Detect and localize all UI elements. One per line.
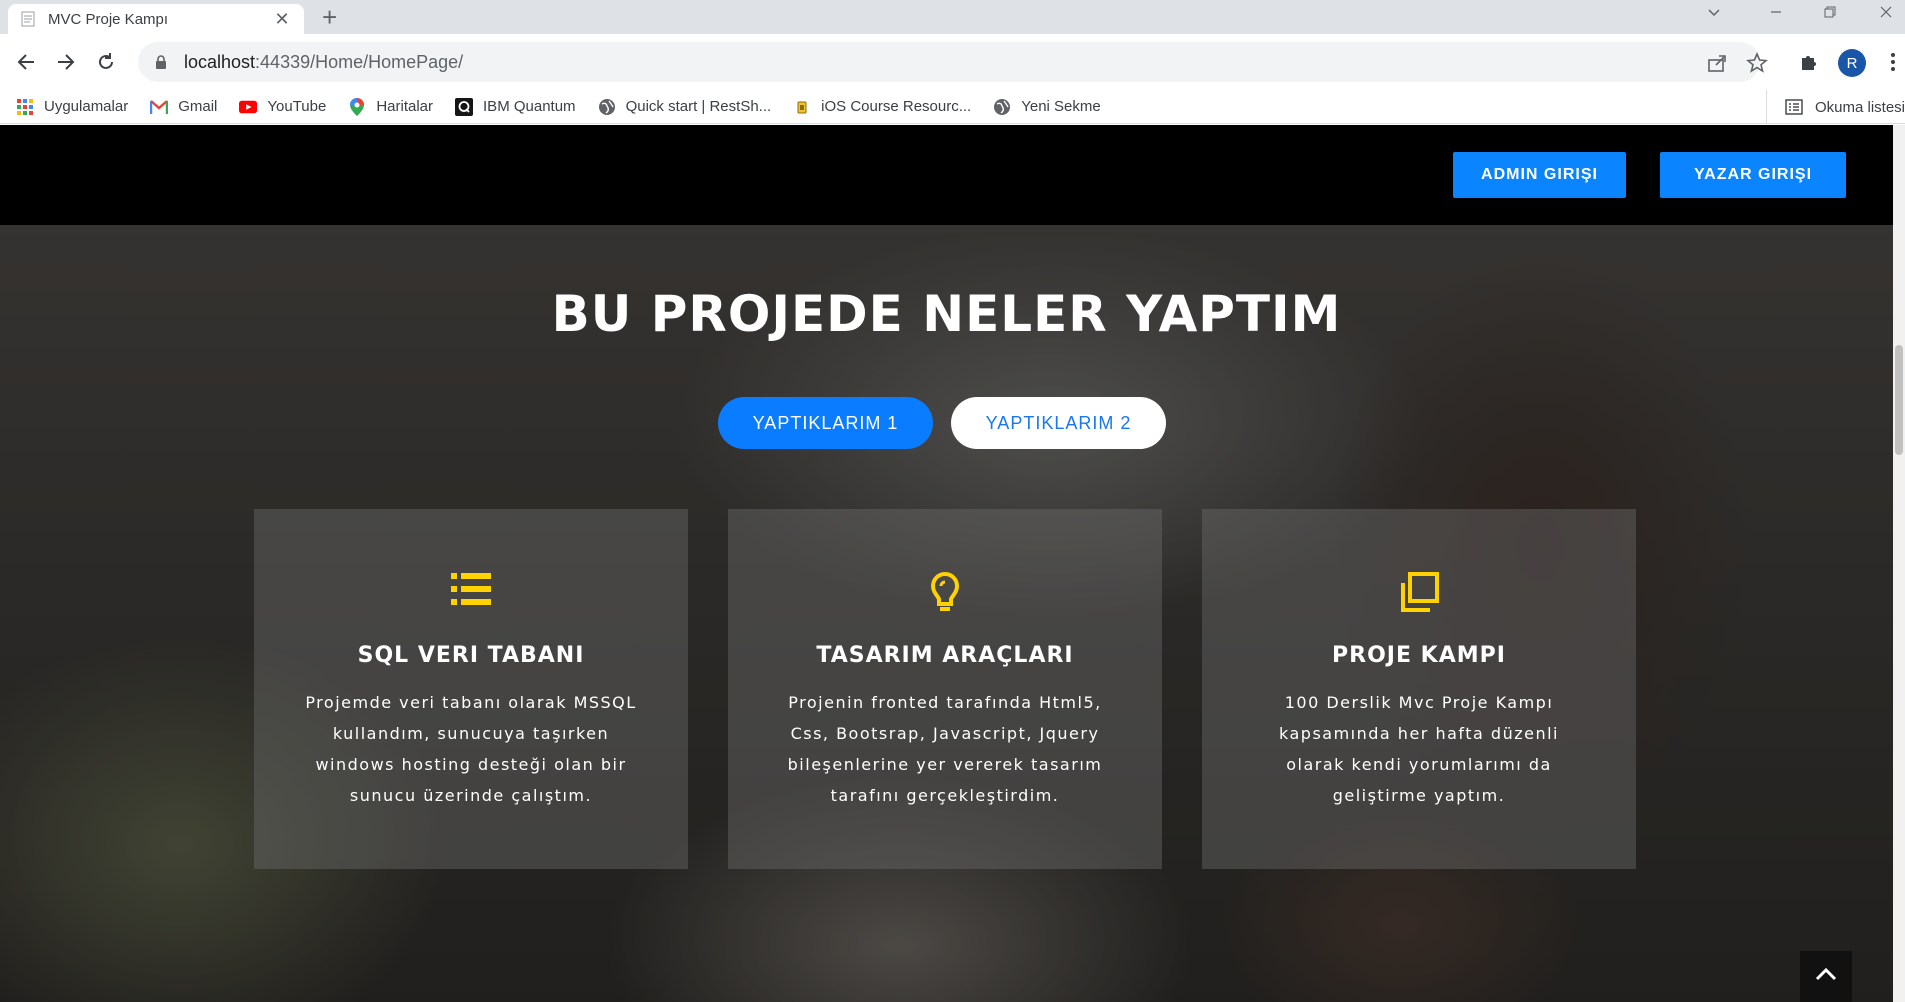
feature-card: SQL VERI TABANI Projemde veri tabanı ola…	[254, 509, 688, 869]
gmail-icon	[150, 98, 169, 116]
card-text: 100 Derslik Mvc Proje Kampı kapsamında h…	[1279, 693, 1559, 805]
site-header: ADMIN GIRIŞI YAZAR GIRIŞI	[0, 125, 1893, 225]
bookmark-label: Yeni Sekme	[1021, 98, 1101, 115]
bookmark-item[interactable]: Quick start | RestSh...	[598, 98, 772, 116]
scrollbar-thumb[interactable]	[1895, 345, 1903, 455]
ibm-quantum-icon	[455, 97, 474, 116]
browser-toolbar: localhost:44339/Home/HomePage/ R	[0, 34, 1905, 90]
new-tab-button[interactable]: +	[322, 3, 337, 31]
extensions-icon[interactable]	[1798, 51, 1820, 73]
youtube-icon	[239, 98, 258, 116]
lock-icon[interactable]	[154, 55, 168, 69]
minimize-icon[interactable]	[1768, 4, 1784, 25]
bookmark-item[interactable]: Haritalar	[348, 97, 434, 116]
copy-icon	[1202, 571, 1636, 613]
tab-search-icon[interactable]	[1706, 4, 1722, 25]
reading-list-label: Okuma listesi	[1814, 98, 1905, 116]
bookmark-label: iOS Course Resourc...	[821, 98, 972, 115]
bookmark-label: Uygulamalar	[44, 98, 129, 115]
bookmark-label: IBM Quantum	[483, 98, 576, 115]
section-title: BU PROJEDE NELER YAPTIM	[551, 285, 1342, 343]
bookmark-item[interactable]: iOS Course Resourc...	[793, 98, 971, 116]
tab-strip: MVC Proje Kampı ✕ +	[0, 0, 1905, 34]
card-title: TASARIM ARAÇLARI	[816, 643, 1074, 668]
share-icon[interactable]	[1706, 52, 1728, 74]
tab-yaptiklarim-1[interactable]: YAPTIKLARIM 1	[718, 397, 933, 449]
feature-card: TASARIM ARAÇLARI Projenin fronted tarafı…	[728, 509, 1162, 869]
apps-grid-icon	[16, 98, 34, 116]
page-favicon-icon	[20, 11, 36, 27]
bookmark-star-icon[interactable]	[1746, 51, 1768, 74]
bookmark-item[interactable]: Gmail	[150, 98, 217, 116]
card-title: PROJE KAMPI	[1332, 643, 1506, 668]
url-host: localhost	[184, 51, 256, 72]
browser-tab[interactable]: MVC Proje Kampı ✕	[8, 4, 304, 34]
window-close-icon[interactable]	[1878, 4, 1894, 25]
card-text: Projenin fronted tarafında Html5, Css, B…	[787, 693, 1103, 805]
maps-pin-icon	[348, 97, 366, 116]
site-icon	[793, 98, 811, 116]
reload-icon[interactable]	[92, 48, 120, 76]
feature-card: PROJE KAMPI 100 Derslik Mvc Proje Kampı …	[1202, 509, 1636, 869]
chrome-menu-icon[interactable]	[1882, 51, 1904, 73]
bookmark-label: Haritalar	[376, 98, 434, 115]
profile-avatar[interactable]: R	[1838, 49, 1866, 77]
tab-close-icon[interactable]: ✕	[272, 9, 292, 30]
address-bar[interactable]: localhost:44339/Home/HomePage/	[138, 42, 1768, 82]
url-path: :44339/Home/HomePage/	[255, 51, 464, 72]
lightbulb-icon	[728, 571, 1162, 615]
bookmark-item[interactable]: Yeni Sekme	[993, 98, 1101, 116]
bookmark-label: Quick start | RestSh...	[625, 98, 772, 115]
back-to-top-button[interactable]	[1800, 951, 1852, 1002]
web-page: ADMIN GIRIŞI YAZAR GIRIŞI BU PROJEDE NEL…	[0, 125, 1893, 1002]
admin-login-button[interactable]: ADMIN GIRIŞI	[1453, 152, 1626, 198]
forward-icon[interactable]	[52, 48, 80, 76]
bookmark-item[interactable]: IBM Quantum	[455, 97, 576, 116]
list-icon	[254, 571, 688, 607]
card-title: SQL VERI TABANI	[357, 643, 585, 668]
globe-icon	[993, 98, 1011, 116]
card-text: Projemde veri tabanı olarak MSSQL kullan…	[305, 693, 637, 805]
author-login-button[interactable]: YAZAR GIRIŞI	[1660, 152, 1846, 198]
bookmarks-bar: Uygulamalar Gmail YouTube Haritalar IBM …	[0, 90, 1905, 124]
bookmark-label: YouTube	[267, 98, 327, 115]
features-section: BU PROJEDE NELER YAPTIM YAPTIKLARIM 1 YA…	[0, 225, 1893, 1002]
chevron-up-icon	[1814, 966, 1838, 987]
reading-list-icon	[1785, 98, 1803, 116]
bookmark-item[interactable]: Uygulamalar	[16, 98, 128, 116]
bookmark-item[interactable]: YouTube	[239, 98, 326, 116]
bookmark-label: Gmail	[178, 98, 218, 115]
tab-title: MVC Proje Kampı	[48, 10, 169, 28]
back-icon[interactable]	[12, 48, 40, 76]
restore-icon[interactable]	[1822, 4, 1838, 25]
globe-icon	[598, 98, 616, 116]
page-scrollbar[interactable]	[1893, 125, 1905, 1002]
reading-list-button[interactable]: Okuma listesi	[1765, 90, 1905, 124]
tab-yaptiklarim-2[interactable]: YAPTIKLARIM 2	[951, 397, 1166, 449]
